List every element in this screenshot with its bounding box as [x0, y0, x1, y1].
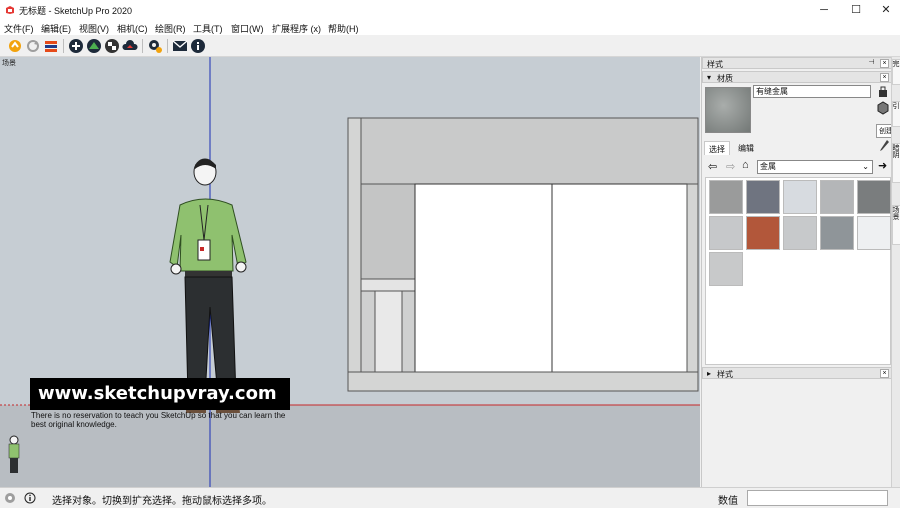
side-tab-1[interactable]: 完	[892, 59, 900, 85]
watermark-url: www.sketchupvray.com	[38, 383, 277, 404]
toolbar-separator	[142, 39, 143, 53]
side-tab-4[interactable]: 场景	[892, 205, 900, 245]
extension-manager-icon[interactable]	[147, 38, 163, 54]
menu-window[interactable]: 窗口(W)	[231, 22, 264, 35]
help-icon[interactable]	[24, 492, 36, 504]
menu-extensions[interactable]: 扩展程序 (x)	[272, 22, 321, 35]
material-swatch[interactable]	[746, 216, 780, 250]
home-icon[interactable]: ⌂	[742, 159, 749, 171]
menu-draw[interactable]: 绘图(R)	[155, 22, 186, 35]
pin-icon[interactable]: ⊣	[867, 59, 876, 68]
materials-close-icon[interactable]: ×	[880, 73, 889, 82]
status-message: 选择对象。切换到扩充选择。拖动鼠标选择多项。	[52, 496, 272, 507]
tray-title: 样式	[707, 60, 723, 69]
add-location-icon[interactable]	[68, 38, 84, 54]
cloud-upload-icon[interactable]	[122, 38, 138, 54]
minimize-button[interactable]: ─	[808, 0, 840, 20]
title-bar: 无标题 - SketchUp Pro 2020 ─ ☐ ✕	[0, 0, 900, 20]
material-swatch[interactable]	[709, 180, 743, 214]
menu-bar: 文件(F) 编辑(E) 视图(V) 相机(C) 绘图(R) 工具(T) 窗口(W…	[0, 20, 900, 35]
cabinet-model	[347, 117, 699, 392]
toolbar-separator	[167, 39, 168, 53]
menu-camera[interactable]: 相机(C)	[117, 22, 148, 35]
terrain-icon[interactable]	[86, 38, 102, 54]
refresh-icon[interactable]	[25, 38, 41, 54]
getting-started-icon[interactable]	[7, 38, 23, 54]
scene-label: 场景	[2, 60, 16, 67]
menu-help[interactable]: 帮助(H)	[328, 22, 359, 35]
forward-icon[interactable]: ⇨	[726, 160, 735, 173]
tray-close-icon[interactable]: ×	[880, 59, 889, 68]
material-swatch[interactable]	[783, 216, 817, 250]
maximize-button[interactable]: ☐	[840, 0, 872, 20]
material-name-field[interactable]: 有缝金属	[753, 85, 871, 98]
menu-tools[interactable]: 工具(T)	[193, 22, 223, 35]
material-swatch[interactable]	[746, 180, 780, 214]
layout-icon[interactable]	[43, 38, 59, 54]
styles-header[interactable]: ▸ 样式 ×	[702, 367, 892, 379]
chevron-down-icon: ⌄	[862, 162, 869, 171]
watermark-tagline: There is no reservation to teach you Ske…	[31, 411, 286, 429]
material-swatch[interactable]	[857, 180, 891, 214]
menu-edit[interactable]: 编辑(E)	[41, 22, 71, 35]
material-swatch[interactable]	[820, 216, 854, 250]
sketchup-logo-icon	[6, 6, 14, 14]
tab-select[interactable]: 选择	[704, 141, 730, 155]
window-title: 无标题 - SketchUp Pro 2020	[19, 6, 133, 16]
toolbar	[0, 35, 900, 57]
collapse-arrow-icon: ▸	[707, 369, 712, 378]
measurements-input[interactable]	[747, 490, 888, 506]
material-swatch[interactable]	[857, 216, 891, 250]
materials-title: 材质	[717, 74, 733, 83]
styles-close-icon[interactable]: ×	[880, 369, 889, 378]
expand-arrow-icon: ▾	[707, 73, 712, 82]
side-tab-strip: 完 引 暗阴 场景	[891, 57, 900, 487]
status-bar: 选择对象。切换到扩充选择。拖动鼠标选择多项。 数值	[0, 487, 900, 508]
small-person-figure	[8, 435, 20, 473]
mail-icon[interactable]	[172, 38, 188, 54]
menu-file[interactable]: 文件(F)	[4, 22, 34, 35]
styles-title: 样式	[717, 370, 733, 379]
close-button[interactable]: ✕	[870, 0, 900, 20]
materials-tabs: 选择 编辑	[702, 141, 892, 155]
checker-icon[interactable]	[104, 38, 120, 54]
library-nav: ⇦ ⇨ ⌂ 金属 ⌄ ➜	[702, 159, 892, 175]
back-icon[interactable]: ⇦	[708, 160, 717, 173]
side-tab-2[interactable]: 引	[892, 101, 900, 127]
measurements-label: 数值	[718, 496, 738, 507]
material-swatch[interactable]	[820, 180, 854, 214]
material-swatch[interactable]	[783, 180, 817, 214]
menu-view[interactable]: 视图(V)	[79, 22, 109, 35]
library-select-value: 金属	[760, 162, 776, 171]
materials-header[interactable]: ▾ 材质 ×	[702, 71, 892, 83]
tab-edit[interactable]: 编辑	[734, 141, 758, 155]
library-select[interactable]: 金属 ⌄	[757, 160, 873, 174]
material-swatch[interactable]	[709, 252, 743, 286]
display-secondary-icon[interactable]	[878, 86, 888, 98]
geo-location-icon[interactable]	[4, 492, 16, 504]
tray-header: 样式 ⊣ ×	[702, 57, 892, 69]
side-tab-3[interactable]: 暗阴	[892, 143, 900, 183]
create-material-icon[interactable]	[876, 101, 890, 115]
details-arrow-icon[interactable]: ➜	[878, 159, 887, 172]
toolbar-separator	[63, 39, 64, 53]
material-swatch[interactable]	[709, 216, 743, 250]
material-preview	[705, 87, 751, 133]
default-tray: 样式 ⊣ × ▾ 材质 × 有缝金属 创建材 选择 编辑 ⇦ ⇨ ⌂ 金属 ⌄ …	[701, 57, 900, 487]
material-swatch-grid	[705, 177, 891, 365]
info-icon[interactable]	[190, 38, 206, 54]
